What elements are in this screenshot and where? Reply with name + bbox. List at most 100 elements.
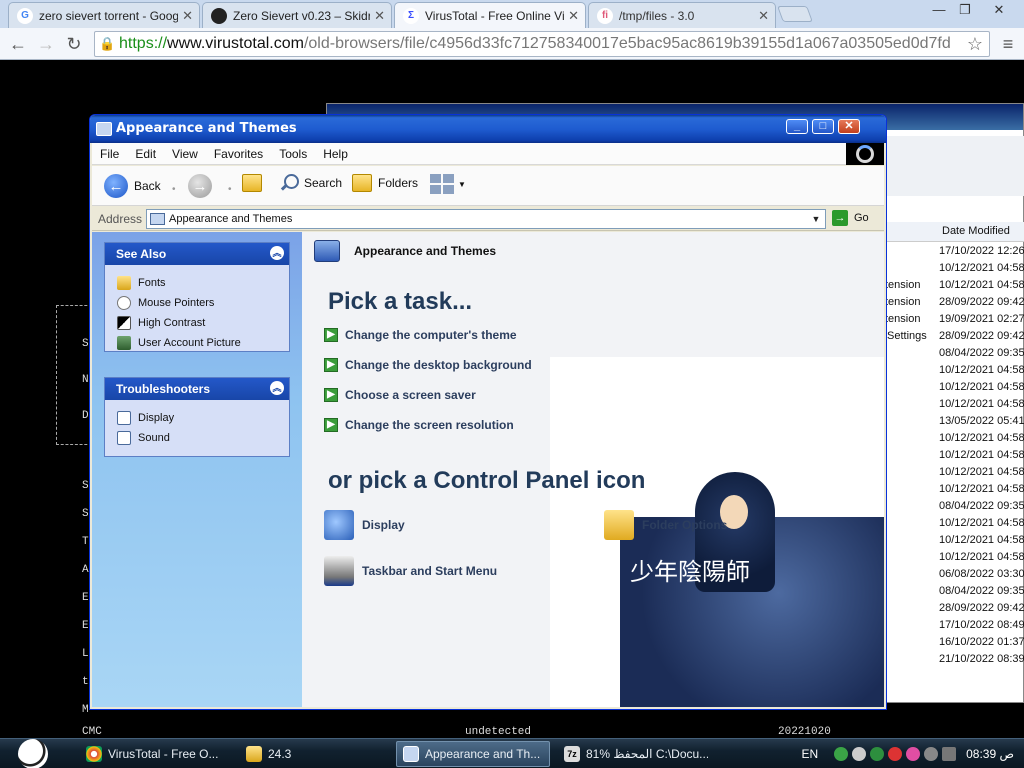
taskbar-item-folder[interactable]: 24.3 <box>240 741 390 767</box>
menu-icon[interactable]: ≡ <box>996 32 1020 56</box>
address-field[interactable]: Appearance and Themes ▼ <box>146 209 826 229</box>
clock[interactable]: 08:39 ص <box>966 747 1014 761</box>
up-folder-icon <box>242 174 262 192</box>
bookmark-star-icon[interactable]: ☆ <box>967 34 983 55</box>
google-icon: G <box>17 7 33 24</box>
category-header: Appearance and Themes <box>314 240 496 262</box>
minimize-button[interactable]: _ <box>786 119 808 134</box>
control-panel-icon <box>96 122 112 136</box>
background-letter: S <box>82 508 89 520</box>
url-path: /old-browsers/file/c4956d33fc71275834001… <box>303 35 951 52</box>
menu-view[interactable]: View <box>164 147 206 161</box>
menu-file[interactable]: File <box>92 147 127 161</box>
file-type-fragment: tension <box>885 279 921 291</box>
browser-tab-strip: G zero sievert torrent - Google ✕ Zero S… <box>0 0 1024 28</box>
back-button[interactable]: ← Back <box>104 174 161 198</box>
url-scheme: https:// <box>119 35 168 52</box>
language-indicator[interactable]: EN <box>801 747 818 761</box>
cp-icon-folder-options[interactable]: Folder Options <box>604 510 727 540</box>
volume-icon[interactable] <box>942 747 957 761</box>
lock-icon: 🔒 <box>99 36 116 51</box>
close-tab-icon[interactable]: ✕ <box>568 8 579 24</box>
cp-icon-taskbar-start-menu[interactable]: Taskbar and Start Menu <box>324 556 497 586</box>
see-also-mouse-pointers[interactable]: Mouse Pointers <box>117 293 289 313</box>
content-pane: 少年陰陽師 Appearance and Themes Pick a task.… <box>302 232 884 707</box>
forward-arrow-icon[interactable]: → <box>34 32 58 56</box>
troubleshooter-display[interactable]: Display <box>117 408 289 428</box>
task-label: Change the screen resolution <box>345 418 514 432</box>
close-tab-icon[interactable]: ✕ <box>374 8 385 24</box>
date-modified-label: Date Modified <box>942 225 1010 237</box>
up-folder-button[interactable] <box>242 174 268 192</box>
new-tab-button[interactable] <box>777 6 813 22</box>
tray-app-icon[interactable] <box>924 747 939 761</box>
task-change-background[interactable]: ▶ Change the desktop background <box>324 358 532 372</box>
close-tab-icon[interactable]: ✕ <box>758 8 769 24</box>
see-also-high-contrast[interactable]: High Contrast <box>117 313 289 333</box>
date-modified-cell: 08/04/2022 09:35 <box>939 500 1024 512</box>
minimize-icon[interactable]: — <box>926 2 952 20</box>
menu-tools[interactable]: Tools <box>271 147 315 161</box>
date-modified-cell: 08/04/2022 09:35 <box>939 585 1024 597</box>
see-also-user-account-picture[interactable]: User Account Picture <box>117 333 289 353</box>
views-button[interactable]: ▼ <box>430 174 466 194</box>
scan-date: 20221020 <box>778 726 831 738</box>
tray-app-icon[interactable] <box>834 747 849 761</box>
file-type-fragment: tension <box>885 313 921 325</box>
task-label: Change the computer's theme <box>345 328 517 342</box>
go-button[interactable]: → Go <box>832 210 869 226</box>
back-arrow-icon[interactable]: ← <box>6 32 30 56</box>
troubleshooters-header[interactable]: Troubleshooters ︽ <box>105 378 289 400</box>
views-dropdown-icon: ▼ <box>458 179 466 189</box>
date-modified-cell: 10/12/2021 04:58 <box>939 279 1024 291</box>
date-modified-header[interactable]: Date Modified <box>887 222 1024 242</box>
taskbar-item-virustotal[interactable]: VirusTotal - Free O... <box>80 741 230 767</box>
see-also-header[interactable]: See Also ︽ <box>105 243 289 265</box>
task-screen-saver[interactable]: ▶ Choose a screen saver <box>324 388 476 402</box>
collapse-chevron-icon[interactable]: ︽ <box>270 246 284 260</box>
tray-app-icon[interactable] <box>906 747 921 761</box>
forward-button[interactable]: → <box>188 174 218 198</box>
date-modified-cell: 10/12/2021 04:58 <box>939 262 1024 274</box>
control-panel-icon <box>150 213 165 225</box>
menu-favorites[interactable]: Favorites <box>206 147 271 161</box>
maximize-button[interactable]: □ <box>812 119 834 134</box>
cp-icon-display[interactable]: Display <box>324 510 405 540</box>
maximize-icon[interactable]: ❐ <box>952 2 978 20</box>
menu-edit[interactable]: Edit <box>127 147 164 161</box>
dropdown-arrow-icon[interactable]: ▼ <box>808 211 824 227</box>
address-bar[interactable]: 🔒 https://www.virustotal.com/old-browser… <box>94 31 990 57</box>
see-also-fonts[interactable]: Fonts <box>117 273 289 293</box>
browser-tab-active[interactable]: Σ VirusTotal - Free Online Virus ✕ <box>394 2 586 28</box>
mouse-icon <box>117 296 131 310</box>
date-modified-cell: 13/05/2022 05:41 <box>939 415 1024 427</box>
troubleshooter-sound[interactable]: Sound <box>117 428 289 448</box>
close-window-icon[interactable]: ✕ <box>986 2 1012 20</box>
task-change-theme[interactable]: ▶ Change the computer's theme <box>324 328 517 342</box>
background-letter: S <box>82 338 89 350</box>
collapse-chevron-icon[interactable]: ︽ <box>270 381 284 395</box>
browser-tab[interactable]: G zero sievert torrent - Google ✕ <box>8 2 200 28</box>
browser-tab[interactable]: Zero Sievert v0.23 – Skidrow ✕ <box>202 2 392 28</box>
start-button-soccer-ball-icon[interactable] <box>18 739 48 768</box>
task-screen-resolution[interactable]: ▶ Change the screen resolution <box>324 418 514 432</box>
menu-help[interactable]: Help <box>315 147 356 161</box>
browser-tab-title: Zero Sievert v0.23 – Skidrow <box>233 8 370 23</box>
browser-tab[interactable]: fi /tmp/files - 3.0 ✕ <box>588 2 776 28</box>
tray-app-icon[interactable] <box>888 747 903 761</box>
tray-app-icon[interactable] <box>870 747 885 761</box>
cp-icon-label: Taskbar and Start Menu <box>362 564 498 578</box>
search-button[interactable]: Search <box>280 174 342 192</box>
window-titlebar[interactable]: Appearance and Themes _ □ ✕ <box>90 115 886 143</box>
reload-icon[interactable]: ↻ <box>62 32 86 56</box>
browser-tab-title: zero sievert torrent - Google <box>39 8 179 23</box>
close-button[interactable]: ✕ <box>838 119 860 134</box>
folders-button[interactable]: Folders <box>352 174 418 192</box>
taskbar-item-appearance[interactable]: Appearance and Th... <box>396 741 550 767</box>
pick-task-heading: Pick a task... <box>328 288 473 315</box>
link-label: User Account Picture <box>138 337 241 349</box>
windows-throbber-icon <box>846 143 884 165</box>
taskbar-item-7zip[interactable]: 7z 81% المحفظ C:\Docu... <box>558 741 708 767</box>
close-tab-icon[interactable]: ✕ <box>182 8 193 24</box>
tray-app-icon[interactable] <box>852 747 867 761</box>
